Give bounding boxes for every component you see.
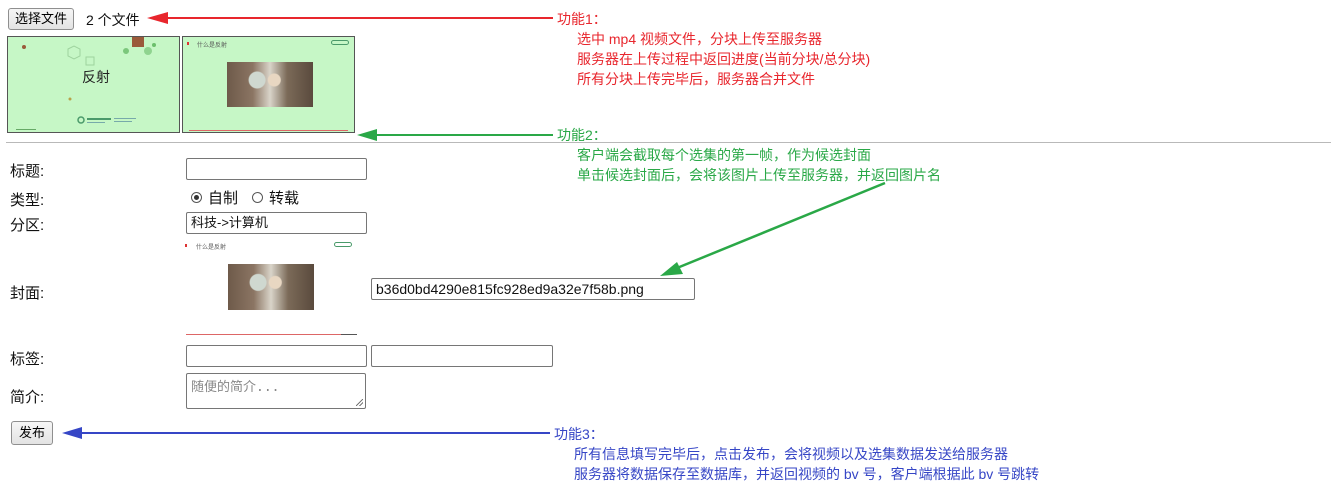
arrow-feature3-head [62,427,82,439]
feature3-line2: 服务器将数据保存至数据库，并返回视频的 bv 号，客户端根据此 bv 号跳转 [574,466,1040,482]
feature1-title: 功能1： [557,11,607,27]
feature1-line3: 所有分块上传完毕后，服务器合并文件 [577,71,815,87]
feature2-line2: 单击候选封面后，会将该图片上传至服务器，并返回图片名 [577,167,941,183]
feature2-title: 功能2： [557,127,607,143]
arrow-feature1-head [147,12,168,24]
feature2-line1: 客户端会截取每个选集的第一帧，作为候选封面 [577,147,871,163]
feature1-line1: 选中 mp4 视频文件，分块上传至服务器 [577,31,823,47]
feature3-line1: 所有信息填写完毕后，点击发布，会将视频以及选集数据发送给服务器 [574,446,1008,462]
arrow-feature2b-head [660,262,683,276]
feature3-title: 功能3： [554,426,604,442]
arrow-feature2a-head [357,129,377,141]
feature1-line2: 服务器在上传过程中返回进度(当前分块/总分块) [577,51,871,67]
arrow-feature2b [676,181,886,270]
